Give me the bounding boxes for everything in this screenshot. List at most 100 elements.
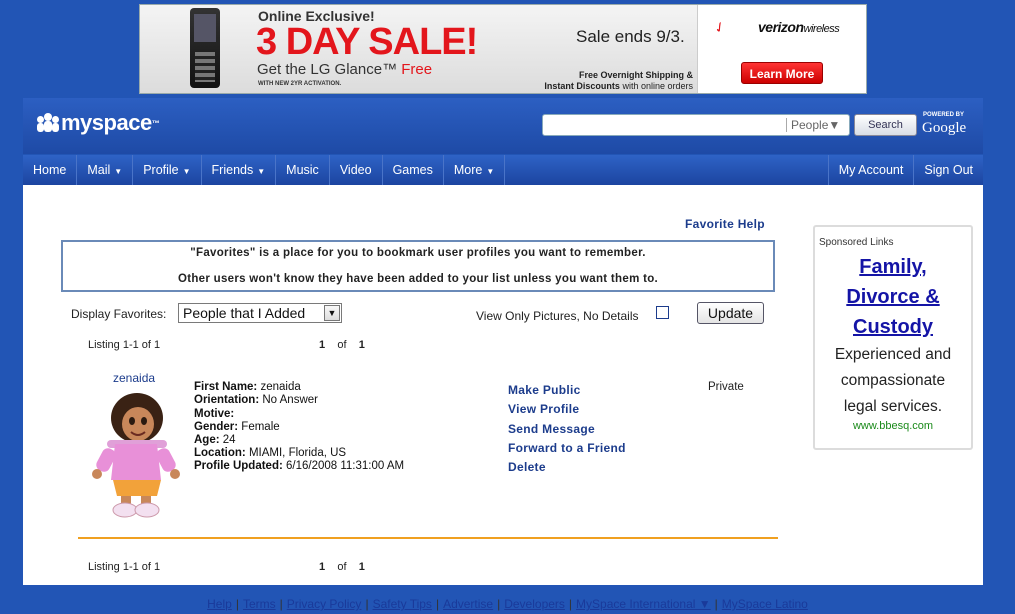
pager-total[interactable]: 1 [359,339,365,351]
ad-product-name: Get the LG Glance™ [257,61,398,78]
divider-line [78,537,778,539]
footer-advertise-link[interactable]: Advertise [443,597,493,611]
logo-text: myspace [61,110,152,135]
nav-home-label: Home [33,163,67,177]
chevron-down-icon: ▼ [486,167,495,176]
nav-home[interactable]: Home [23,155,78,185]
field-label: Location: [194,447,246,459]
search-box: People▼ [542,114,850,136]
field-value: 6/16/2008 11:31:00 AM [286,460,405,472]
footer-links: Help | Terms | Privacy Policy | Safety Tips | Ad… [207,597,808,611]
field-label: Profile Updated: [194,460,283,472]
learn-more-button[interactable]: Learn More [741,62,823,84]
chevron-down-icon: ▼ [182,167,191,176]
pager-bottom: 1 of 1 [319,561,365,573]
ad-shipping-text: Free Overnight Shipping & [578,70,693,80]
info-line-2: Other users won't know they have been ad… [177,273,659,285]
profile-picture[interactable] [91,388,181,518]
nav-sign-out[interactable]: Sign Out [913,155,983,185]
search-input[interactable] [546,117,782,133]
ad-free-text: Free [401,61,433,78]
profile-display-name[interactable]: zenaida [113,371,155,385]
footer-developers-link[interactable]: Developers [504,597,565,611]
sponsored-headline-1[interactable]: Family, [815,256,971,279]
nav-games[interactable]: Games [383,155,444,185]
field-value: zenaida [260,381,301,393]
search-divider [786,118,787,132]
field-value: No Answer [262,394,318,406]
nav-video-label: Video [339,163,372,177]
field-profile-updated: Profile Updated: 6/16/2008 11:31:00 AM [194,460,404,472]
field-gender: Gender: Female [194,421,280,433]
main-nav: Home Mail ▼ Profile ▼ Friends ▼ Music Video… [23,155,983,185]
nav-mail[interactable]: Mail ▼ [77,155,134,185]
sponsored-body-2: compassionate [840,372,946,389]
verizon-logo: verizonwireless [758,19,840,35]
display-favorites-select[interactable]: People that I Added ▼ [178,303,342,323]
pictures-only-checkbox[interactable] [656,306,669,319]
nav-profile[interactable]: Profile ▼ [133,155,202,185]
footer-terms-link[interactable]: Terms [243,597,276,611]
nav-my-account[interactable]: My Account [827,155,914,185]
footer-help-link[interactable]: Help [207,597,232,611]
nav-more-label: More [453,163,483,177]
favorite-help-link[interactable]: Favorite Help [685,217,765,231]
nav-friends[interactable]: Friends ▼ [202,155,277,185]
field-location: Location: MIAMI, Florida, US [194,447,346,459]
field-first-name: First Name: zenaida [194,381,301,393]
sponsored-url[interactable]: www.bbesq.com [815,420,971,432]
sponsored-links-box[interactable]: Sponsored Links Family, Divorce & Custod… [813,225,973,450]
chevron-down-icon: ▼ [257,167,266,176]
nav-profile-label: Profile [143,163,179,177]
footer-safety-link[interactable]: Safety Tips [373,597,432,611]
nav-right-group: My Account Sign Out [827,155,983,185]
send-message-link[interactable]: Send Message [508,422,595,436]
checkmark-icon: ✓ [710,17,729,37]
display-favorites-label: Display Favorites: [71,307,167,321]
privacy-status: Private [708,381,744,393]
google-logo: Google [922,120,967,136]
sponsored-title: Sponsored Links [819,237,894,248]
ad-sale-ends: Sale ends 9/3. [576,27,685,46]
field-age: Age: 24 [194,434,236,446]
pager-of: of [337,339,347,351]
pager-current[interactable]: 1 [319,339,325,351]
update-button[interactable]: Update [697,302,764,324]
pager-current[interactable]: 1 [319,561,325,573]
sponsored-headline-2[interactable]: Divorce & [815,286,971,309]
logo-tm: ™ [151,118,160,128]
sponsored-headline-3[interactable]: Custody [815,316,971,339]
nav-mail-label: Mail [87,163,111,177]
ad-headline: 3 DAY SALE! [256,21,478,63]
footer-privacy-link[interactable]: Privacy Policy [287,597,362,611]
field-label: First Name: [194,381,258,393]
listing-count-bottom: Listing 1-1 of 1 [88,561,161,573]
view-profile-link[interactable]: View Profile [508,402,579,416]
field-motive: Motive: [194,408,234,420]
search-scope-dropdown[interactable]: People▼ [791,118,840,132]
sponsored-body-3: legal services. [843,398,943,415]
footer-latino-link[interactable]: MySpace Latino [722,597,808,611]
nav-music[interactable]: Music [276,155,330,185]
nav-video[interactable]: Video [330,155,383,185]
field-value: Female [241,421,280,433]
pager-total[interactable]: 1 [359,561,365,573]
banner-ad[interactable]: Online Exclusive! 3 DAY SALE! Get the LG… [139,4,867,94]
main-content: Favorite Help "Favorites" is a place for… [23,185,983,585]
make-public-link[interactable]: Make Public [508,383,581,397]
field-value: 24 [222,434,236,446]
ad-product-text: Get the LG Glance™ Free [257,61,432,78]
chevron-down-icon: ▼ [114,167,123,176]
search-button[interactable]: Search [854,114,917,136]
verizon-logo-text: verizon [758,19,804,35]
chevron-down-icon[interactable]: ▼ [324,305,340,321]
delete-link[interactable]: Delete [508,460,546,474]
forward-to-friend-link[interactable]: Forward to a Friend [508,441,626,455]
ad-discount-rest: with online orders [622,81,693,91]
footer-international-link[interactable]: MySpace International ▼ [576,597,711,611]
nav-more[interactable]: More ▼ [444,155,506,185]
pictures-only-label: View Only Pictures, No Details [476,309,639,323]
myspace-logo[interactable]: myspace ™ [37,110,160,136]
ad-activation-text: WITH NEW 2YR ACTIVATION. [258,81,342,87]
field-orientation: Orientation: No Answer [194,394,318,406]
